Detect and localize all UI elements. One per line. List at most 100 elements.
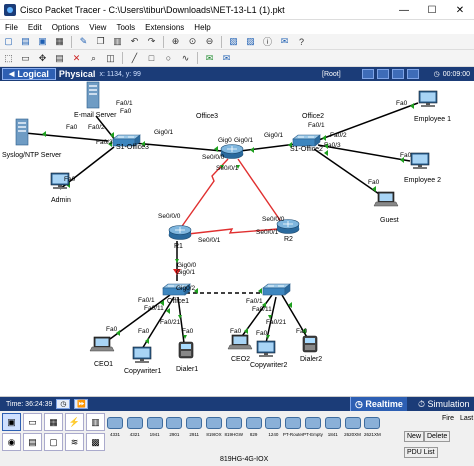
topology-canvas[interactable]: E-mail Server Syslog/NTP Server Admin S1… [0, 81, 474, 397]
device-model[interactable]: 2620XM [344, 413, 362, 455]
logical-tab[interactable]: ◀ Logical [2, 68, 56, 80]
serial-r3-r2[interactable] [237, 158, 283, 224]
delete-icon[interactable]: ✕ [70, 52, 83, 64]
device-model[interactable]: 2911 [185, 413, 203, 455]
activity-wizard-icon[interactable]: ✎ [77, 36, 90, 48]
cable-r3-s2[interactable] [239, 143, 297, 152]
guest-laptop[interactable] [373, 191, 399, 207]
copy-icon[interactable]: ❐ [94, 36, 107, 48]
open-folder-icon[interactable]: ▤ [19, 36, 32, 48]
new-cluster-icon[interactable] [362, 69, 374, 79]
help-icon[interactable]: ? [295, 36, 308, 48]
port-label: Fa0 [182, 328, 194, 335]
device-model[interactable]: 4331 [106, 413, 124, 455]
pdu-list-toggle[interactable]: PDU List [404, 447, 438, 458]
menu-edit[interactable]: Edit [23, 23, 47, 32]
device-model[interactable]: 2901 [165, 413, 183, 455]
zoom-reset-icon[interactable]: ⊙ [186, 36, 199, 48]
simulation-mode[interactable]: ⏱ Simulation [418, 397, 470, 411]
connections-icon[interactable]: ⚡ [65, 413, 84, 431]
zoom-out-icon[interactable]: ⊖ [203, 36, 216, 48]
r1-router[interactable] [168, 225, 192, 240]
resize-shape-icon[interactable]: ◫ [104, 52, 117, 64]
draw-ellipse-icon[interactable]: ○ [162, 52, 175, 64]
move-object-icon[interactable] [377, 69, 389, 79]
physical-tab[interactable]: Physical [59, 69, 96, 79]
add-simple-pdu-icon[interactable]: ✉ [203, 52, 216, 64]
s1-office2-switch[interactable] [292, 134, 321, 147]
move-layout-icon[interactable]: ✥ [36, 52, 49, 64]
label-s1-office3: S1-Office3 [116, 144, 149, 151]
new-file-icon[interactable]: ▢ [2, 36, 15, 48]
inspect-icon[interactable]: ⌕ [87, 52, 100, 64]
root-breadcrumb[interactable]: [Root] [322, 71, 341, 78]
port-label: Fa0 [396, 100, 408, 107]
office1b-switch[interactable] [262, 283, 291, 296]
cable-s2-guest[interactable] [313, 148, 383, 197]
device-model[interactable]: PT-Router [283, 413, 303, 455]
device-model[interactable]: 4321 [126, 413, 144, 455]
misc-icon[interactable]: ▥ [86, 413, 105, 431]
menu-help[interactable]: Help [189, 23, 215, 32]
employee2-pc[interactable] [410, 152, 430, 170]
set-tiled-background-icon[interactable] [392, 69, 404, 79]
device-model[interactable]: 819HGW [225, 413, 243, 455]
marquee-icon[interactable]: ▭ [19, 52, 32, 64]
fast-forward-icon[interactable]: ⏩ [74, 399, 89, 409]
security-icon[interactable]: ▩ [86, 433, 105, 451]
syslog-ntp-server[interactable] [15, 118, 29, 146]
components-icon[interactable]: ▦ [44, 413, 63, 431]
select-icon[interactable]: ⬚ [2, 52, 15, 64]
label-employee1: Employee 1 [414, 116, 451, 123]
print-icon[interactable]: ▦ [53, 36, 66, 48]
network-devices-icon[interactable]: ▣ [2, 413, 21, 431]
add-complex-pdu-icon[interactable]: ✉ [220, 52, 233, 64]
logical-workspace[interactable]: E-mail Server Syslog/NTP Server Admin S1… [0, 81, 474, 397]
place-note-icon[interactable]: ▤ [53, 52, 66, 64]
menu-file[interactable]: File [0, 23, 23, 32]
custom-devices-icon[interactable]: ▨ [244, 36, 257, 48]
draw-rectangle-icon[interactable]: □ [145, 52, 158, 64]
new-scenario-button[interactable]: New [404, 431, 425, 442]
undo-icon[interactable]: ↶ [128, 36, 141, 48]
copywriter2-pc[interactable] [256, 340, 276, 358]
network-info-icon[interactable]: ⓘ [261, 36, 274, 48]
device-model[interactable]: 819IOX [205, 413, 223, 455]
save-icon[interactable]: ▣ [36, 36, 49, 48]
palette-icon[interactable]: ▧ [227, 36, 240, 48]
delete-scenario-button[interactable]: Delete [424, 431, 451, 442]
device-model[interactable]: 1240 [264, 413, 282, 455]
menu-view[interactable]: View [84, 23, 111, 32]
email-server[interactable] [86, 81, 100, 109]
ceo2-laptop[interactable] [227, 334, 253, 350]
power-cycle-icon[interactable]: ◷ [56, 399, 71, 409]
device-model[interactable]: PT-Empty [303, 413, 323, 455]
close-button[interactable]: ✕ [446, 0, 474, 20]
device-model[interactable]: 2621XM [363, 413, 381, 455]
wireless-icon[interactable]: ≋ [65, 433, 84, 451]
draw-line-icon[interactable]: ╱ [128, 52, 141, 64]
minimize-button[interactable]: — [390, 0, 418, 20]
dialer1-phone[interactable] [178, 341, 194, 359]
device-model[interactable]: 1941 [146, 413, 164, 455]
realtime-mode[interactable]: ◷ Realtime [350, 397, 407, 411]
freeform-icon[interactable]: ∿ [179, 52, 192, 64]
switches-icon[interactable]: ▤ [23, 433, 42, 451]
menu-extensions[interactable]: Extensions [140, 23, 189, 32]
end-devices-icon[interactable]: ▭ [23, 413, 42, 431]
viewport-icon[interactable] [407, 69, 419, 79]
routers-icon[interactable]: ◉ [2, 433, 21, 451]
paste-icon[interactable]: ▥ [111, 36, 124, 48]
menu-tools[interactable]: Tools [111, 23, 140, 32]
redo-icon[interactable]: ↷ [145, 36, 158, 48]
hubs-icon[interactable]: ▢ [44, 433, 63, 451]
zoom-in-icon[interactable]: ⊕ [169, 36, 182, 48]
dialer2-phone[interactable] [302, 335, 318, 353]
employee1-pc[interactable] [418, 90, 438, 108]
maximize-button[interactable]: ☐ [418, 0, 446, 20]
device-model[interactable]: 829 [245, 413, 263, 455]
pdu-icon[interactable]: ✉ [278, 36, 291, 48]
device-model[interactable]: 1841 [324, 413, 342, 455]
copywriter1-pc[interactable] [132, 346, 152, 364]
menu-options[interactable]: Options [47, 23, 85, 32]
